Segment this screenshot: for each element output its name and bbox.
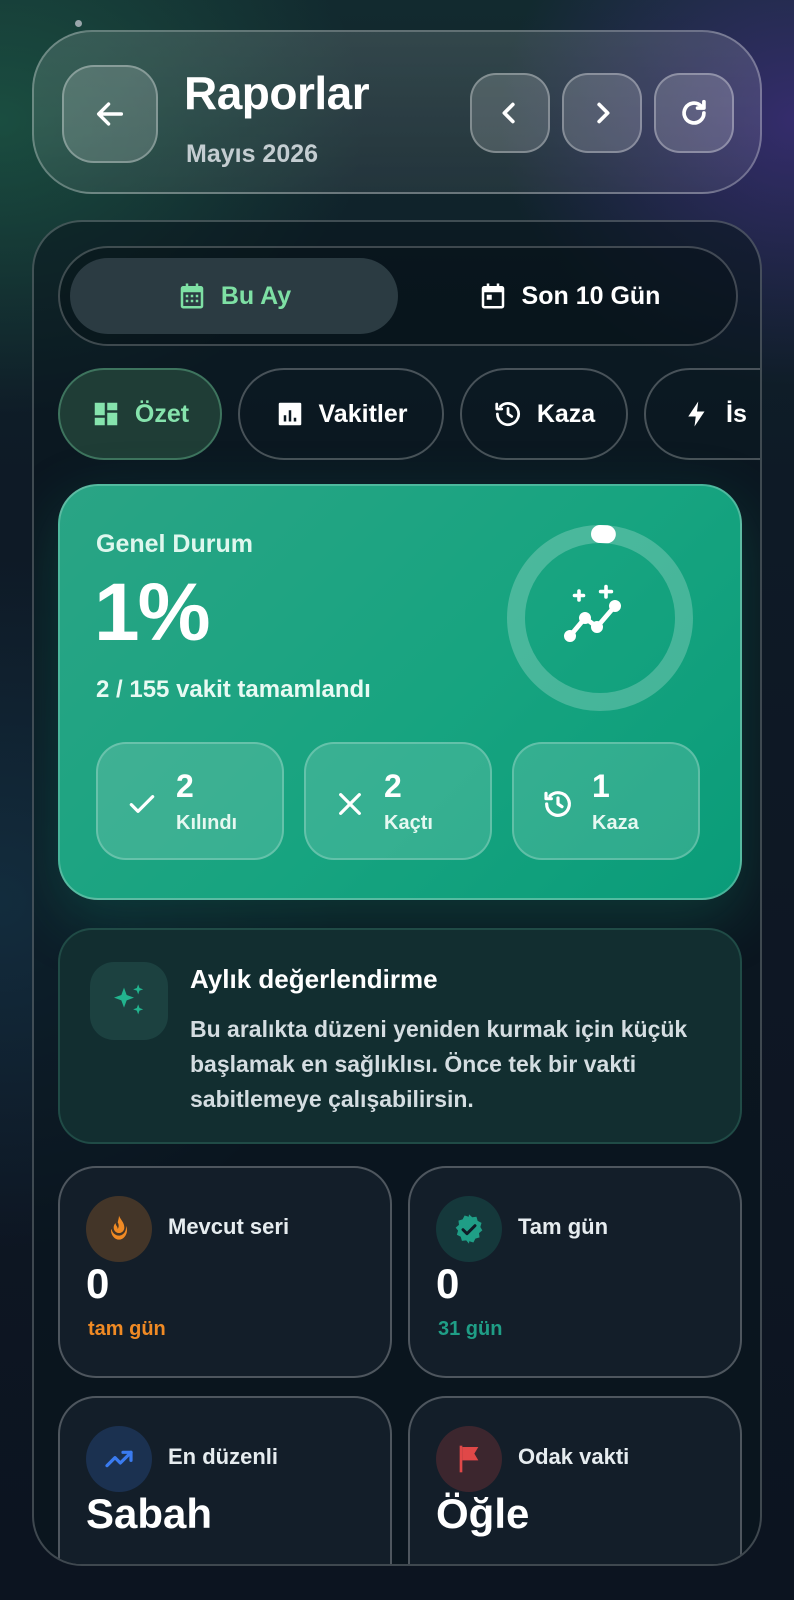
metric-label: Mevcut seri <box>168 1214 290 1239</box>
next-period-button[interactable] <box>562 73 642 153</box>
summary-detail: 2 / 155 vakit tamamlandı <box>96 676 371 703</box>
insight-title: Aylık değerlendirme <box>190 964 438 994</box>
report-panel: Bu Ay Son 10 Gün Özet Vakitler Kaza İs G… <box>32 220 762 1566</box>
chevron-right-icon <box>597 102 610 124</box>
x-icon <box>339 793 361 815</box>
insight-body: Bu aralıkta düzeni yeniden kurmak için k… <box>190 1016 688 1112</box>
stat-kaza: 1 Kaza <box>512 742 700 860</box>
dashboard-icon <box>94 402 118 426</box>
stat-kaza-value: 1 <box>592 768 610 804</box>
stat-kaza-label: Kaza <box>592 812 639 834</box>
bolt-icon <box>688 401 705 427</box>
flame-icon <box>86 1196 152 1262</box>
refresh-icon <box>682 99 706 125</box>
back-button[interactable] <box>62 65 158 163</box>
stat-kacti: 2 Kaçtı <box>304 742 492 860</box>
metric-value: Öğle <box>436 1490 530 1537</box>
summary-card: Genel Durum 1% 2 / 155 vakit tamamlandı … <box>58 484 742 900</box>
metric-sub: tam gün <box>88 1318 166 1340</box>
chevron-left-icon <box>502 102 515 124</box>
check-icon <box>129 795 155 813</box>
verified-badge-icon <box>436 1196 502 1262</box>
metric-value: 0 <box>436 1260 460 1307</box>
arrow-left-icon <box>96 102 124 126</box>
range-this-month-label: Bu Ay <box>220 281 292 310</box>
tab-kaza[interactable]: Kaza <box>460 368 628 460</box>
tab-ozet-label: Özet <box>134 399 190 428</box>
range-this-month[interactable]: Bu Ay <box>70 258 398 334</box>
progress-ring <box>507 525 693 711</box>
refresh-button[interactable] <box>654 73 734 153</box>
stat-kilindi-value: 2 <box>176 768 194 804</box>
header-bar: Raporlar Mayıs 2026 <box>32 30 762 194</box>
flag-icon <box>436 1426 502 1492</box>
metric-label: Odak vakti <box>518 1444 630 1469</box>
tab-is-label: İs <box>726 399 747 428</box>
metric-focus-time: Odak vakti Öğle <box>408 1396 742 1564</box>
tab-ozet[interactable]: Özet <box>58 368 222 460</box>
tab-kaza-label: Kaza <box>536 399 596 428</box>
metric-sub: 31 gün <box>438 1318 503 1340</box>
tab-vakitler-label: Vakitler <box>318 399 408 428</box>
range-toggle: Bu Ay Son 10 Gün <box>58 246 738 346</box>
status-dot <box>75 20 82 27</box>
page-title: Raporlar <box>184 67 370 119</box>
history-icon <box>495 402 520 426</box>
stat-kacti-label: Kaçtı <box>384 812 433 834</box>
stat-kilindi-label: Kılındı <box>176 812 238 834</box>
calendar-icon <box>481 283 504 309</box>
stat-kacti-value: 2 <box>384 768 402 804</box>
sparkle-trend-icon <box>563 584 622 642</box>
metric-label: En düzenli <box>168 1444 278 1469</box>
metric-label: Tam gün <box>518 1214 609 1239</box>
tab-chips: Özet Vakitler Kaza İs <box>58 368 760 462</box>
page-subtitle: Mayıs 2026 <box>186 140 319 168</box>
previous-period-button[interactable] <box>470 73 550 153</box>
sparkles-icon <box>90 962 168 1040</box>
metric-full-days: Tam gün 0 31 gün <box>408 1166 742 1378</box>
metric-current-streak: Mevcut seri 0 tam gün <box>58 1166 392 1378</box>
stat-kilindi: 2 Kılındı <box>96 742 284 860</box>
calendar-month-icon <box>180 283 204 309</box>
metric-value: 0 <box>86 1260 110 1307</box>
history-icon <box>544 791 571 817</box>
trending-up-icon <box>86 1426 152 1492</box>
summary-percent: 1% <box>94 567 211 658</box>
tab-vakitler[interactable]: Vakitler <box>238 368 444 460</box>
metric-value: Sabah <box>86 1490 213 1537</box>
monthly-insight-card: Aylık değerlendirme Bu aralıkta düzeni y… <box>58 928 742 1144</box>
range-last-10-days[interactable]: Son 10 Gün <box>410 258 728 334</box>
tab-is[interactable]: İs <box>644 368 760 460</box>
metric-most-regular: En düzenli Sabah <box>58 1396 392 1564</box>
range-last-10-days-label: Son 10 Gün <box>521 281 661 310</box>
bar-chart-icon <box>278 402 301 426</box>
summary-label: Genel Durum <box>96 530 253 558</box>
